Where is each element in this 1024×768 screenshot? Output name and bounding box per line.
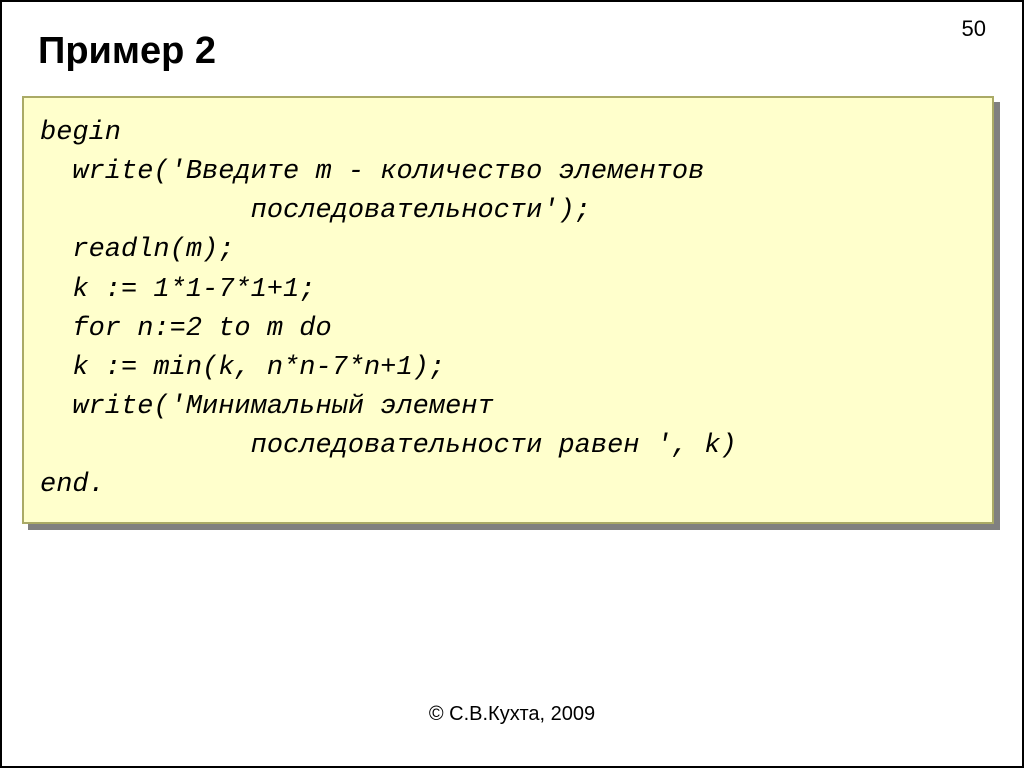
- code-line: readln(m);: [40, 235, 234, 265]
- copyright-text: © С.В.Кухта, 2009: [429, 703, 595, 725]
- code-line: последовательности');: [40, 196, 591, 226]
- code-line: end.: [40, 470, 105, 500]
- slide-footer: © С.В.Кухта, 2009: [2, 703, 1022, 726]
- code-line: for n:=2 to m do: [40, 314, 332, 344]
- slide-header: Пример 2 50: [2, 2, 1022, 83]
- code-line: последовательности равен ', k): [40, 431, 737, 461]
- code-line: k := min(k, n*n-7*n+1);: [40, 353, 445, 383]
- code-box: begin write('Введите m - количество элем…: [22, 96, 994, 524]
- code-line: k := 1*1-7*1+1;: [40, 275, 315, 305]
- code-line: write('Введите m - количество элементов: [40, 157, 704, 187]
- code-line: begin: [40, 118, 121, 148]
- page-number: 50: [962, 16, 986, 42]
- code-line: write('Минимальный элемент: [40, 392, 494, 422]
- slide-title: Пример 2: [38, 30, 216, 73]
